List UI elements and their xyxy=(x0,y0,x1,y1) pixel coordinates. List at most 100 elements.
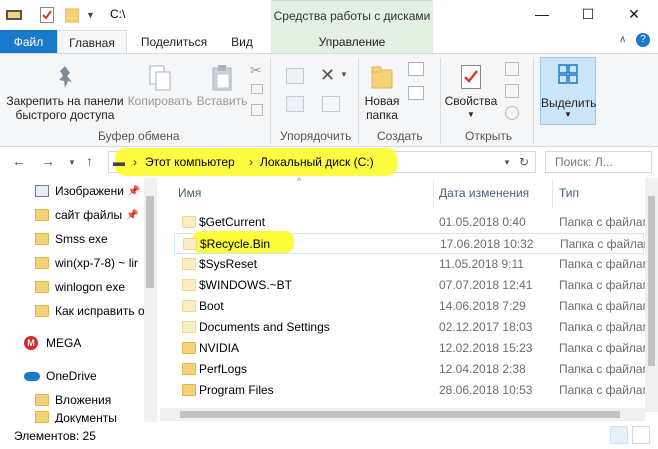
table-row[interactable]: PerfLogs 12.04.2018 2:38 Папка с файлами xyxy=(174,359,658,380)
history-icon[interactable] xyxy=(505,106,519,120)
address-dropdown-icon[interactable]: ▼ xyxy=(503,158,511,167)
address-bar[interactable]: ▬ › Этот компьютер › Локальный диск (C:)… xyxy=(108,148,536,176)
up-arrow-icon[interactable]: ↑ xyxy=(86,153,93,169)
nav-item-label: Документы xyxy=(55,411,117,423)
file-list-vertical-scrollbar[interactable] xyxy=(645,178,658,412)
file-date: 12.04.2018 2:38 xyxy=(439,362,526,376)
column-header-type[interactable]: Тип xyxy=(559,186,579,200)
close-button[interactable]: ✕ xyxy=(611,0,657,28)
scrollbar-thumb[interactable] xyxy=(648,196,655,366)
properties-button[interactable]: Свойства ▼ xyxy=(442,64,500,122)
paste-shortcut-icon[interactable] xyxy=(251,104,263,116)
column-separator[interactable] xyxy=(552,180,553,208)
paste-label: Вставить xyxy=(196,94,248,108)
nav-item-attachments[interactable]: Вложения xyxy=(0,389,145,411)
paste-button[interactable]: Вставить xyxy=(194,64,250,108)
drive-small-icon: ▬ xyxy=(113,155,125,169)
properties-label: Свойства xyxy=(444,94,498,108)
file-list-horizontal-scrollbar[interactable] xyxy=(160,408,645,421)
chevron-up-icon[interactable]: ∧ xyxy=(619,34,626,45)
copy-path-icon[interactable] xyxy=(251,84,263,94)
tab-file[interactable]: Файл xyxy=(0,30,57,54)
delete-icon[interactable]: ✕ xyxy=(320,65,335,86)
file-date: 17.06.2018 10:32 xyxy=(440,237,534,251)
folder-icon xyxy=(35,281,49,293)
properties-quick-icon[interactable] xyxy=(40,6,54,24)
breadcrumb-chevron-icon[interactable]: › xyxy=(133,155,137,169)
file-type: Папка с файлами xyxy=(560,237,658,251)
file-name: $SysReset xyxy=(199,257,258,271)
nav-item-documents[interactable]: Документы xyxy=(0,411,145,423)
navigation-scrollbar[interactable] xyxy=(144,178,156,422)
tab-manage[interactable]: Управление xyxy=(271,30,433,54)
cut-icon[interactable]: ✂ xyxy=(250,62,262,79)
scrollbar-thumb[interactable] xyxy=(180,411,620,418)
select-dropdown-icon: ▼ xyxy=(564,110,572,119)
breadcrumb-chevron-icon[interactable]: › xyxy=(249,155,253,169)
table-row[interactable]: $SysReset 11.05.2018 9:11 Папка с файлам… xyxy=(174,254,658,275)
title-bar: ▼ C:\ Средства работы с дисками — ☐ ✕ xyxy=(0,0,658,31)
copy-to-icon[interactable] xyxy=(286,96,304,112)
pin-quick-access-button[interactable]: Закрепить на панели быстрого доступа xyxy=(4,64,126,122)
help-icon[interactable]: ? xyxy=(636,33,650,47)
nav-item-win[interactable]: win(xp-7-8) ~ lir xyxy=(0,252,145,274)
file-name: NVIDIA xyxy=(199,341,240,355)
column-header-date[interactable]: Дата изменения xyxy=(439,186,529,200)
table-row[interactable]: $GetCurrent 01.05.2018 0:40 Папка с файл… xyxy=(174,212,658,233)
move-to-icon[interactable] xyxy=(286,68,304,84)
open-icon[interactable] xyxy=(505,62,519,76)
nav-item-site-files[interactable]: сайт файлы 📌 xyxy=(0,204,145,226)
select-button[interactable]: Выделить ▼ xyxy=(540,57,596,125)
navigation-pane: Изображени 📌 сайт файлы 📌 Smss exe win(x… xyxy=(0,178,157,423)
table-row[interactable]: $WINDOWS.~BT 07.07.2018 12:41 Папка с фа… xyxy=(174,275,658,296)
breadcrumb-local-disk[interactable]: Локальный диск (C:) xyxy=(260,155,374,169)
new-folder-quick-icon[interactable] xyxy=(65,6,79,24)
select-grid-icon xyxy=(558,64,578,84)
copy-button[interactable]: Копировать xyxy=(126,64,194,108)
nav-item-smss[interactable]: Smss exe xyxy=(0,228,145,250)
table-row[interactable]: Program Files 28.06.2018 10:53 Папка с ф… xyxy=(174,380,658,401)
file-type: Папка с файлами xyxy=(559,278,658,292)
table-row[interactable]: Documents and Settings 02.12.2017 18:03 … xyxy=(174,317,658,338)
large-icons-view-icon[interactable] xyxy=(632,426,650,444)
nav-item-winlogon[interactable]: winlogon exe xyxy=(0,276,145,298)
nav-item-label: Вложения xyxy=(55,393,112,407)
nav-item-mega[interactable]: M MEGA xyxy=(0,332,145,354)
new-folder-label-line2: папка xyxy=(366,108,398,122)
table-row[interactable]: $Recycle.Bin 17.06.2018 10:32 Папка с фа… xyxy=(174,231,658,254)
nav-item-how-to-fix[interactable]: Как исправить о xyxy=(0,300,145,322)
copy-label: Копировать xyxy=(127,94,193,108)
new-item-icon[interactable] xyxy=(408,62,424,76)
nav-item-pictures[interactable]: Изображени 📌 xyxy=(0,180,145,202)
table-row[interactable]: Boot 14.06.2018 7:29 Папка с файлами xyxy=(174,296,658,317)
table-row[interactable]: NVIDIA 12.02.2018 15:23 Папка с файлами xyxy=(174,338,658,359)
maximize-button[interactable]: ☐ xyxy=(565,0,611,28)
edit-icon[interactable] xyxy=(505,84,519,98)
nav-item-onedrive[interactable]: OneDrive xyxy=(0,365,145,387)
file-date: 01.05.2018 0:40 xyxy=(439,215,526,229)
new-folder-button[interactable]: Новая папка xyxy=(360,64,404,122)
tab-home[interactable]: Главная xyxy=(57,30,127,54)
minimize-button[interactable]: — xyxy=(519,0,565,28)
column-separator[interactable] xyxy=(433,180,434,208)
scrollbar-thumb[interactable] xyxy=(146,196,154,288)
customize-qat-icon[interactable]: ▼ xyxy=(86,6,95,24)
delete-dropdown-icon[interactable]: ▼ xyxy=(340,70,348,79)
back-arrow-icon[interactable]: ← xyxy=(12,153,26,169)
nav-item-label: сайт файлы xyxy=(55,208,123,222)
tab-view[interactable]: Вид xyxy=(222,30,262,54)
breadcrumb-this-pc[interactable]: Этот компьютер xyxy=(145,155,235,169)
rename-icon[interactable] xyxy=(322,96,340,112)
details-view-icon[interactable] xyxy=(610,426,628,444)
tab-share[interactable]: Поделиться xyxy=(134,30,214,54)
pin-label-line1: Закрепить на панели xyxy=(6,94,124,108)
file-name: Program Files xyxy=(199,383,274,397)
refresh-icon[interactable]: ↻ xyxy=(519,155,529,169)
forward-arrow-icon[interactable]: → xyxy=(41,153,55,169)
search-input[interactable]: Поиск: Л... xyxy=(545,151,652,173)
column-header-name[interactable]: Имя xyxy=(178,186,201,200)
nav-item-label: OneDrive xyxy=(46,369,97,383)
easy-access-icon[interactable] xyxy=(408,86,424,100)
recent-locations-icon[interactable]: ▼ xyxy=(68,158,76,167)
navigation-bar: ← → ▼ ↑ ▬ › Этот компьютер › Локальный д… xyxy=(0,148,658,176)
